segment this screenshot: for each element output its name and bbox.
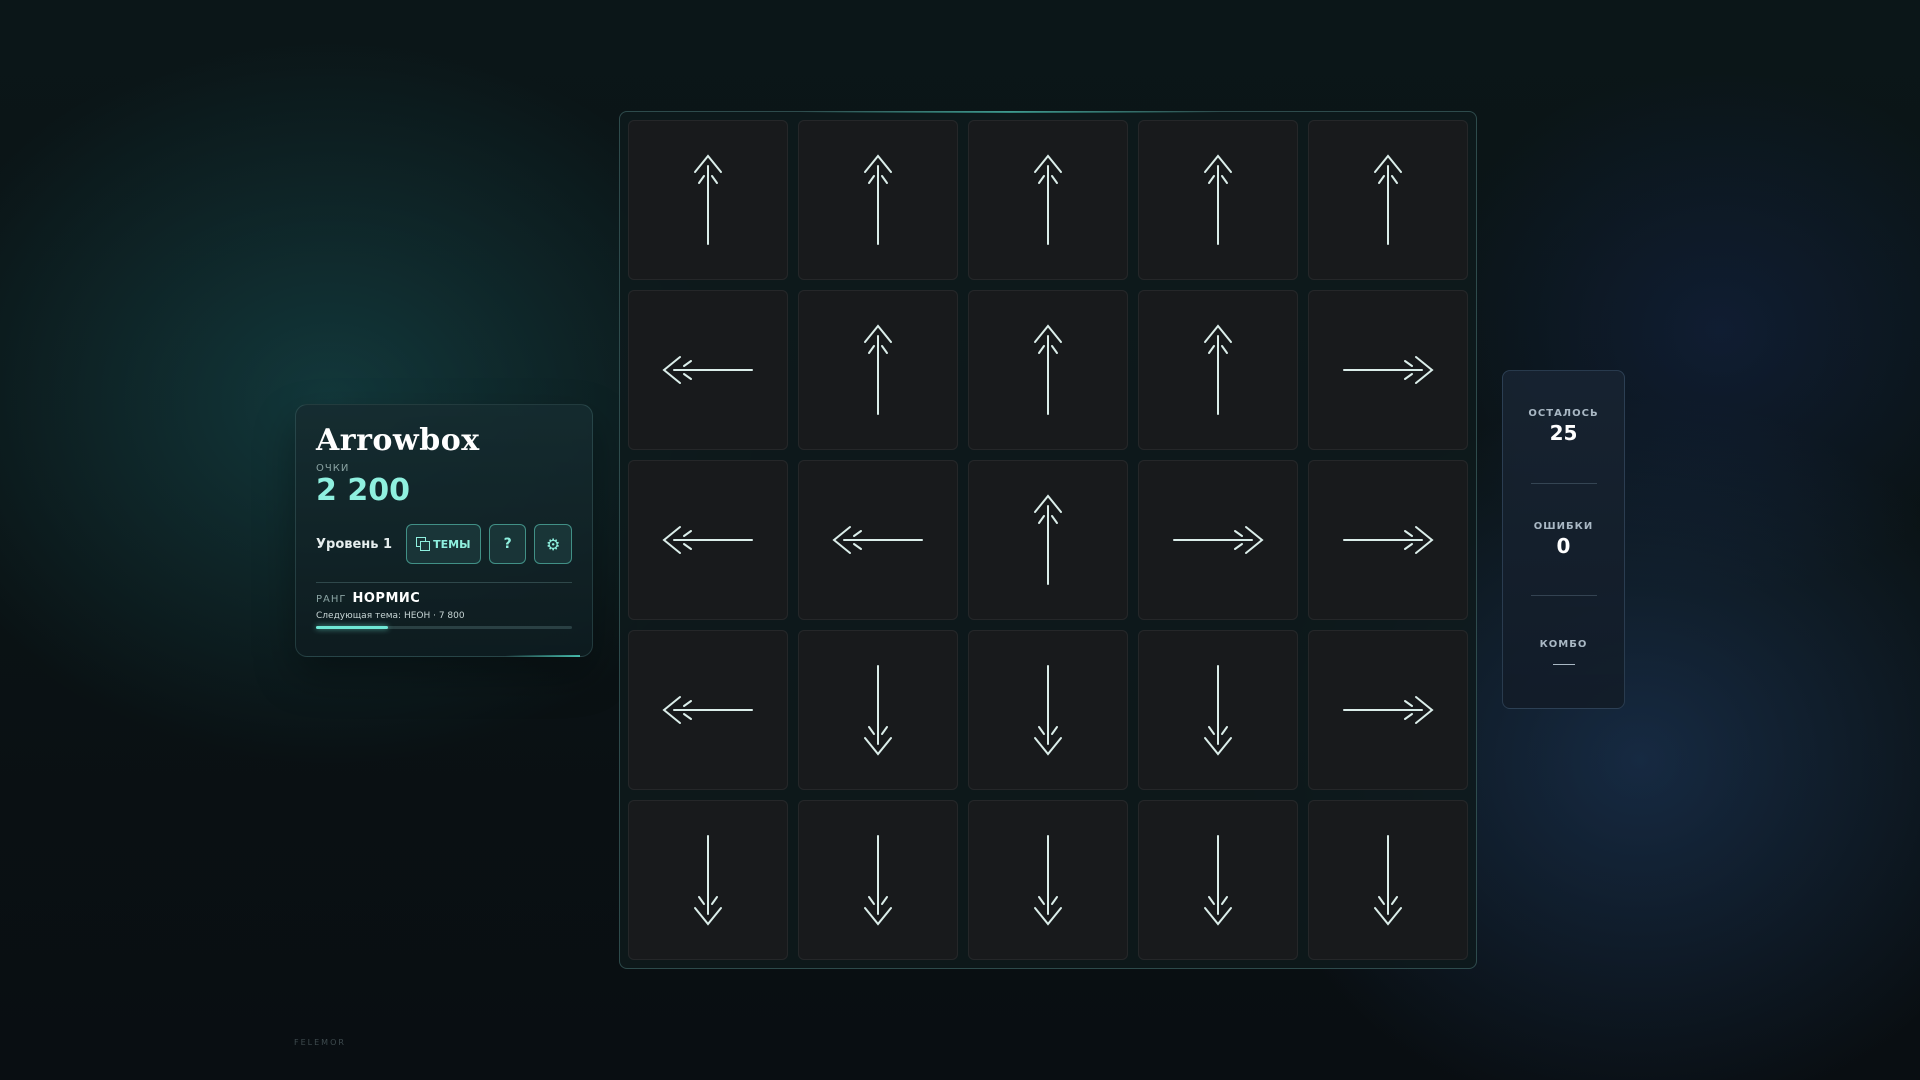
help-button[interactable]: ? (488, 524, 527, 564)
stat-errors: ОШИБКИ 0 (1503, 484, 1624, 596)
footer-mark: FELEMOR (294, 1038, 346, 1047)
board-tile[interactable] (628, 630, 788, 790)
gear-icon: ⚙ (546, 534, 561, 554)
arrow-right-icon (1343, 356, 1434, 384)
arrow-down-icon (864, 665, 892, 756)
panel-divider (316, 582, 572, 583)
arrow-down-icon (1374, 835, 1402, 926)
board-tile[interactable] (1138, 630, 1298, 790)
combo-label: КОМБО (1539, 639, 1588, 651)
board-glow-line (800, 111, 1220, 113)
arrow-down-icon (864, 835, 892, 926)
game-board (619, 111, 1477, 969)
arrow-left-icon (662, 356, 753, 384)
errors-label: ОШИБКИ (1533, 521, 1594, 532)
board-tile[interactable] (968, 120, 1128, 280)
rank-label: РАНГ (316, 594, 347, 605)
settings-button[interactable]: ⚙ (534, 524, 572, 564)
controls-row: Уровень 1 ТЕМЫ ? ⚙ (316, 524, 572, 564)
arrow-up-icon (864, 154, 892, 245)
rank-progress-fill (316, 626, 388, 629)
board-tile[interactable] (798, 120, 958, 280)
board-tile[interactable] (1308, 630, 1468, 790)
board-tile[interactable] (798, 630, 958, 790)
board-tile[interactable] (968, 290, 1128, 450)
board-tile[interactable] (1138, 800, 1298, 960)
board-tile[interactable] (1138, 460, 1298, 620)
board-tile[interactable] (798, 290, 958, 450)
themes-button-label: ТЕМЫ (433, 537, 471, 551)
arrow-up-icon (1204, 324, 1232, 415)
layers-icon (416, 537, 431, 551)
board-tile[interactable] (628, 460, 788, 620)
panel-glow-line (505, 655, 580, 657)
remaining-label: ОСТАЛОСЬ (1528, 408, 1599, 420)
board-tile[interactable] (628, 290, 788, 450)
board-tile[interactable] (1138, 290, 1298, 450)
board-tile[interactable] (628, 120, 788, 280)
arrow-right-icon (1343, 696, 1434, 724)
score-value: 2 200 (316, 473, 410, 508)
arrow-right-icon (1343, 526, 1434, 554)
combo-empty-dash (1552, 664, 1575, 666)
app-title: Arrowbox (316, 423, 480, 458)
board-tile[interactable] (1308, 460, 1468, 620)
arrow-up-icon (1374, 154, 1402, 245)
arrow-up-icon (1204, 154, 1232, 245)
rank-value: НОРМИС (352, 591, 421, 606)
rank-row: РАНГ НОРМИС (316, 591, 572, 606)
themes-button[interactable]: ТЕМЫ (405, 524, 481, 564)
info-panel: Arrowbox ОЧКИ 2 200 Уровень 1 ТЕМЫ ? ⚙ Р… (295, 404, 593, 657)
level-label: Уровень 1 (316, 536, 393, 552)
arrow-up-icon (1034, 154, 1062, 245)
errors-value: 0 (1556, 534, 1571, 558)
board-tile[interactable] (1308, 120, 1468, 280)
board-tile[interactable] (798, 460, 958, 620)
board-tile[interactable] (1308, 290, 1468, 450)
arrow-down-icon (1034, 665, 1062, 756)
arrow-up-icon (864, 324, 892, 415)
question-icon: ? (503, 536, 512, 552)
board-tile[interactable] (1308, 800, 1468, 960)
rank-progress-track (316, 626, 572, 629)
stat-combo: КОМБО (1503, 596, 1624, 708)
board-tile[interactable] (968, 460, 1128, 620)
board-tile[interactable] (968, 630, 1128, 790)
arrow-left-icon (662, 526, 753, 554)
stats-panel: ОСТАЛОСЬ 25 ОШИБКИ 0 КОМБО (1502, 370, 1625, 709)
next-theme-text: Следующая тема: НЕОН · 7 800 (316, 611, 465, 621)
stat-remaining: ОСТАЛОСЬ 25 (1503, 371, 1624, 483)
arrow-down-icon (1204, 835, 1232, 926)
arrow-left-icon (832, 526, 923, 554)
arrow-right-icon (1173, 526, 1264, 554)
board-tile[interactable] (968, 800, 1128, 960)
arrow-up-icon (1034, 494, 1062, 585)
board-tile[interactable] (628, 800, 788, 960)
arrow-up-icon (694, 154, 722, 245)
board-tile[interactable] (1138, 120, 1298, 280)
arrow-down-icon (1034, 835, 1062, 926)
board-tile[interactable] (798, 800, 958, 960)
remaining-value: 25 (1549, 421, 1578, 446)
arrow-up-icon (1034, 324, 1062, 415)
arrow-down-icon (694, 835, 722, 926)
arrow-down-icon (1204, 665, 1232, 756)
arrow-left-icon (662, 696, 753, 724)
